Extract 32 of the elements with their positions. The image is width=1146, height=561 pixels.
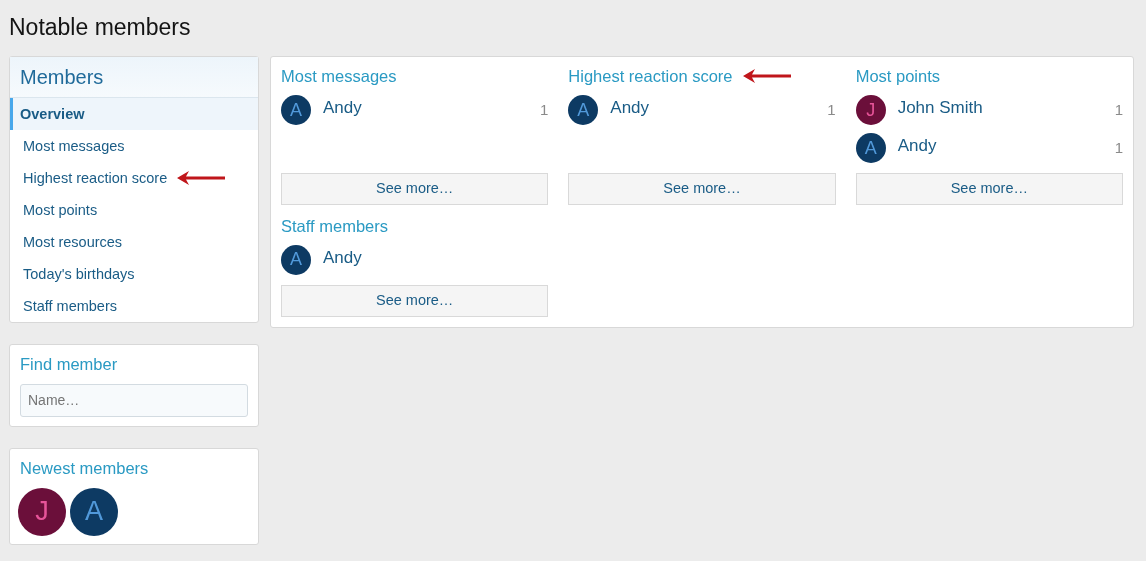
see-more-button[interactable]: See more… [281, 284, 549, 317]
see-more-button[interactable]: See more… [855, 173, 1123, 205]
avatar[interactable]: A [568, 95, 599, 125]
member-name[interactable]: Andy [897, 133, 937, 159]
member-name[interactable]: John Smith [897, 95, 983, 121]
nav-link[interactable]: Staff members [10, 290, 258, 322]
see-more-button[interactable]: See more… [568, 173, 836, 205]
member-name[interactable]: Andy [323, 95, 362, 121]
avatar[interactable]: A [281, 244, 311, 275]
avatar[interactable]: A [70, 487, 118, 536]
nav-link[interactable]: Most resources [10, 226, 258, 258]
avatar[interactable]: J [855, 95, 886, 125]
avatar[interactable]: A [281, 95, 311, 125]
nav-link[interactable]: Today's birthdays [10, 258, 258, 290]
see-more-button[interactable]: See more… [281, 173, 549, 205]
count: 1 [1114, 99, 1123, 120]
member-name[interactable]: Andy [610, 95, 650, 121]
nav-link[interactable]: Most points [10, 194, 258, 226]
panel-title: Find member [19, 354, 119, 375]
panel-title: Newest members [19, 457, 150, 479]
nav-link[interactable]: Most messages [10, 130, 258, 162]
member-name[interactable]: Andy [323, 244, 362, 271]
name-field[interactable]: Name… [20, 383, 248, 417]
page-title: Notable members [9, 13, 192, 42]
count: 1 [827, 99, 836, 120]
avatar[interactable]: J [18, 487, 66, 536]
panel-title: Members [10, 57, 258, 98]
count: 1 [540, 99, 549, 120]
avatar[interactable]: A [855, 133, 886, 163]
nav-link[interactable]: Overview [10, 98, 258, 130]
nav-link[interactable]: Highest reaction score [10, 162, 258, 194]
count: 1 [1114, 137, 1123, 158]
